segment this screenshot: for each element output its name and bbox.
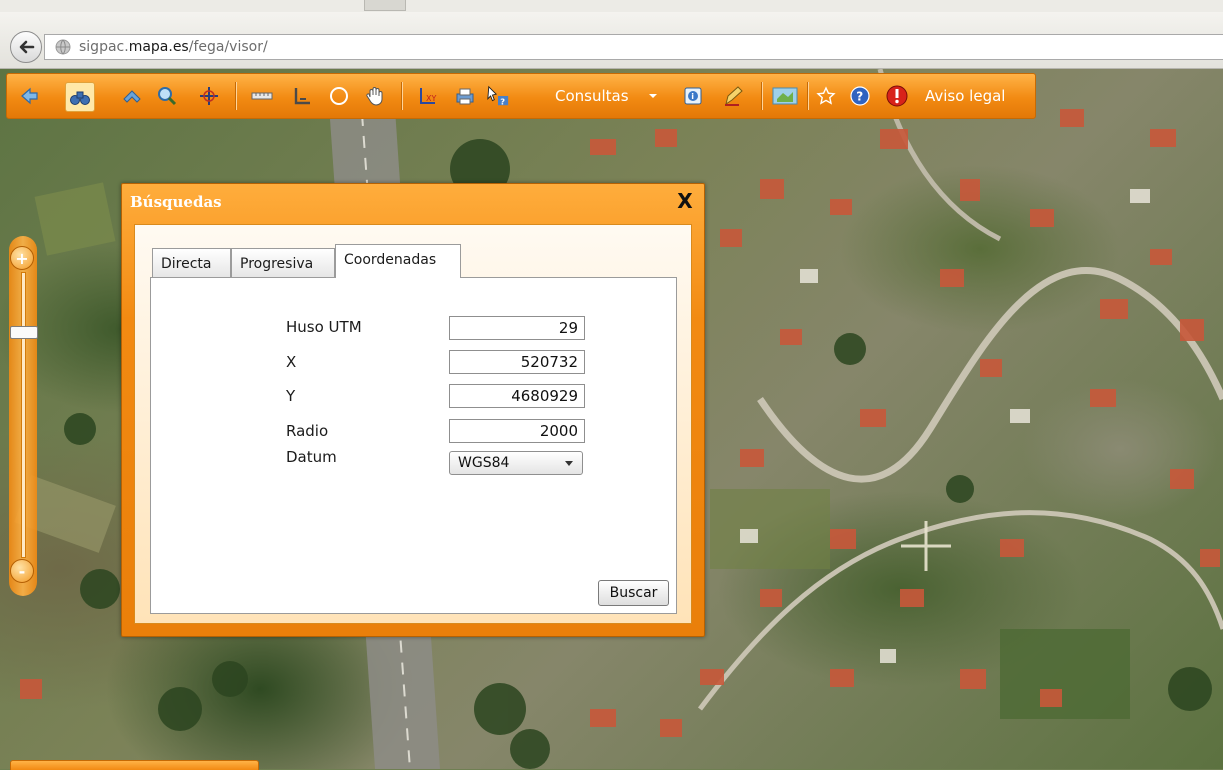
favorites-button[interactable]: [814, 84, 838, 108]
zoom-icon: [158, 87, 177, 106]
toolbar-separator: [761, 82, 763, 110]
measure-area-button[interactable]: [290, 84, 314, 108]
print-button[interactable]: [453, 84, 477, 108]
print-icon: [456, 88, 474, 105]
edit-icon: [725, 86, 743, 106]
browser-tab-strip: [0, 0, 1223, 12]
measure-distance-button[interactable]: [250, 84, 274, 108]
busquedas-dialog: Búsquedas X Directa Progresiva Coordenad…: [121, 183, 705, 637]
dialog-title: Búsquedas: [130, 193, 222, 211]
xy-coordinates-icon: XY: [420, 88, 436, 104]
binoculars-icon: [70, 91, 90, 105]
star-icon: [816, 86, 836, 105]
pan-tool-button[interactable]: [120, 84, 144, 108]
search-binoculars-button[interactable]: [65, 82, 95, 112]
huso-utm-label: Huso UTM: [286, 318, 362, 336]
url-domain: mapa.es: [128, 39, 189, 55]
ruler-icon: [251, 92, 273, 100]
zoom-out-button[interactable]: -: [10, 559, 34, 583]
toolbar-separator: [235, 82, 237, 110]
locate-point-button[interactable]: [197, 84, 221, 108]
aviso-legal-link[interactable]: Aviso legal: [925, 84, 1005, 108]
svg-text:?: ?: [856, 90, 863, 104]
plus-icon: +: [15, 248, 29, 268]
radio-input[interactable]: [449, 419, 585, 443]
y-input[interactable]: [449, 384, 585, 408]
map-layers-icon: [772, 87, 798, 105]
x-input[interactable]: [449, 350, 585, 374]
browser-back-button[interactable]: [10, 31, 42, 63]
consultas-dropdown-toggle[interactable]: [641, 84, 665, 108]
close-icon[interactable]: X: [676, 191, 694, 211]
help-icon: ?: [850, 86, 870, 106]
pan-icon: [123, 90, 141, 103]
hand-tool-button[interactable]: [363, 84, 387, 108]
info-button[interactable]: i: [681, 84, 705, 108]
browser-tab-edge[interactable]: [364, 0, 406, 11]
info-icon: i: [684, 87, 702, 105]
warning-icon: [886, 85, 908, 107]
identify-button[interactable]: ?: [486, 84, 510, 108]
circle-icon: [330, 87, 348, 105]
xy-coordinates-button[interactable]: XY: [416, 84, 440, 108]
toolbar-separator: [401, 82, 403, 110]
coordenadas-panel: Huso UTM X Y Radio Datum WGS84 Buscar: [150, 277, 677, 614]
tab-progresiva[interactable]: Progresiva: [231, 248, 335, 277]
minus-icon: -: [18, 561, 26, 581]
tab-coordenadas[interactable]: Coordenadas: [335, 244, 461, 278]
back-arrow-icon: [19, 40, 35, 54]
svg-text:i: i: [691, 92, 694, 101]
chevron-down-icon: [565, 461, 573, 466]
radio-label: Radio: [286, 422, 329, 440]
zoom-slider-handle[interactable]: [10, 326, 38, 339]
zoom-tool-button[interactable]: [155, 84, 179, 108]
back-arrow-icon: [21, 87, 38, 105]
toolbar-separator: [807, 82, 809, 110]
dialog-body: Directa Progresiva Coordenadas Huso UTM …: [134, 224, 692, 624]
edit-button[interactable]: [721, 84, 745, 108]
huso-utm-input[interactable]: [449, 316, 585, 340]
map-toolbar: XY ? Consultas i ? Aviso legal: [6, 73, 1036, 119]
globe-icon: [55, 39, 71, 55]
svg-text:?: ?: [500, 96, 505, 106]
url-field[interactable]: sigpac. mapa.es/fega/visor/: [44, 34, 1223, 60]
datum-selected-value: WGS84: [458, 455, 510, 471]
crosshair-icon: [200, 87, 218, 105]
datum-label: Datum: [286, 448, 337, 466]
browser-address-bar: sigpac. mapa.es/fega/visor/: [0, 12, 1223, 69]
x-label: X: [286, 353, 297, 371]
y-label: Y: [286, 387, 296, 405]
buscar-button[interactable]: Buscar: [598, 580, 669, 606]
consultas-menu-label[interactable]: Consultas: [555, 84, 629, 108]
chevron-down-icon: [649, 94, 657, 98]
zoom-in-button[interactable]: +: [10, 246, 34, 270]
url-path: /fega/visor/: [188, 39, 268, 55]
svg-text:XY: XY: [426, 94, 436, 103]
url-prefix: sigpac.: [79, 39, 129, 55]
identify-icon: ?: [487, 85, 509, 106]
hand-icon: [366, 87, 383, 106]
previous-view-button[interactable]: [17, 84, 41, 108]
zoom-slider-track[interactable]: [21, 272, 26, 558]
datum-select[interactable]: WGS84: [449, 451, 583, 475]
draw-circle-button[interactable]: [327, 84, 351, 108]
map-layers-button[interactable]: [770, 84, 800, 108]
warning-button[interactable]: [885, 84, 909, 108]
area-measure-icon: [294, 88, 310, 105]
help-button[interactable]: ?: [848, 84, 872, 108]
tab-directa[interactable]: Directa: [152, 248, 231, 277]
